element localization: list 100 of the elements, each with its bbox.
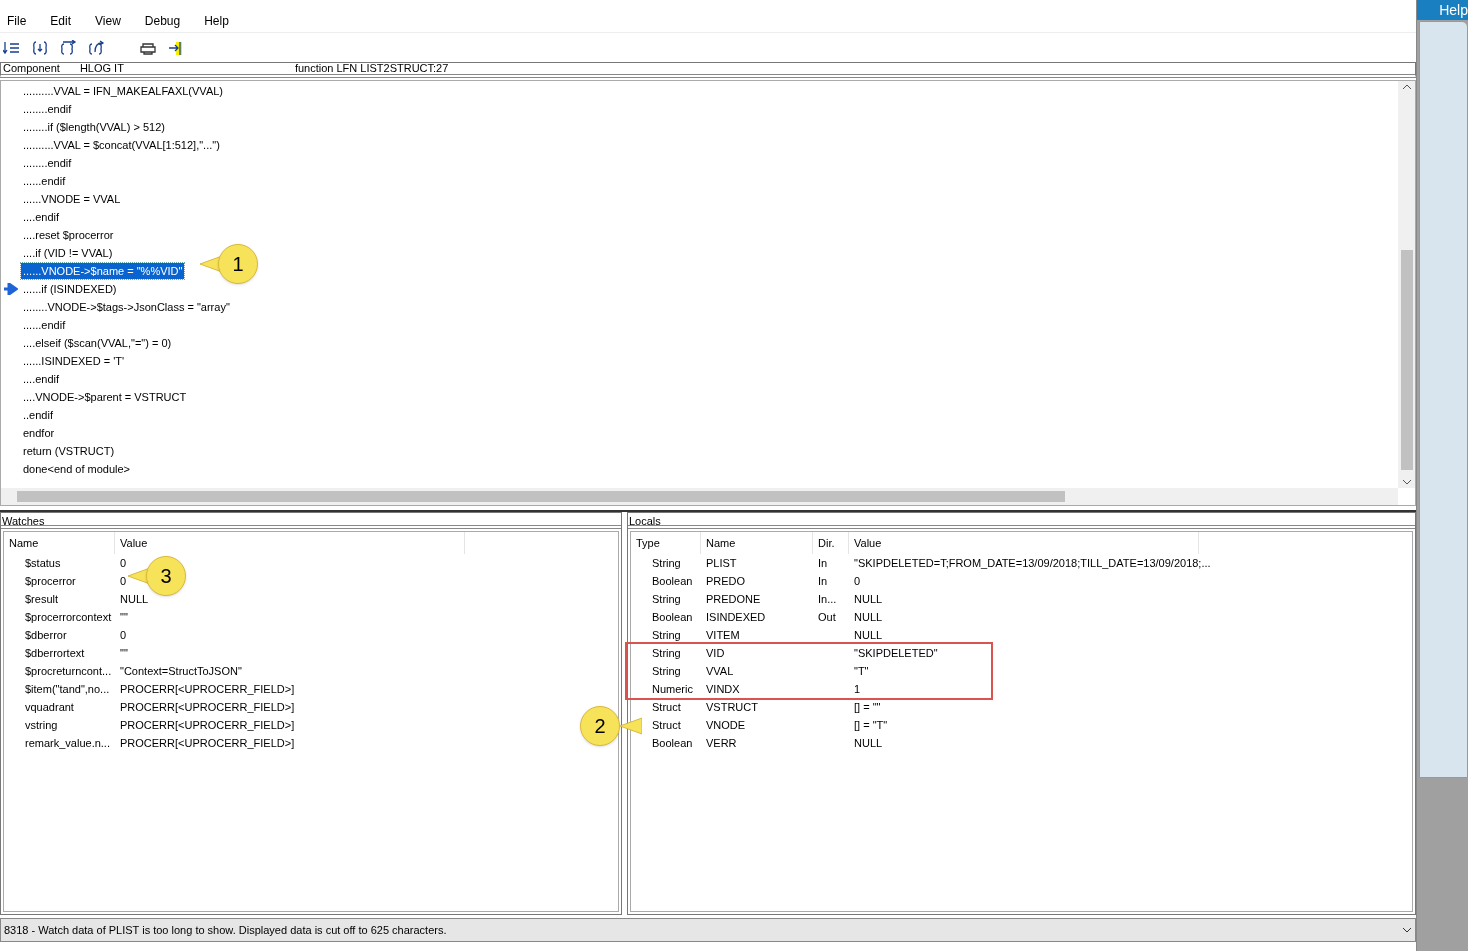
watch-cell: PROCERR[<UPROCERR_FIELD>] xyxy=(120,736,295,749)
panel-title: Watches xyxy=(1,513,621,529)
code-line[interactable]: ......endif xyxy=(21,172,68,190)
local-cell: "SKIPDELETED=T;FROM_DATE=13/09/2018;TILL_DATE=13/09/2018;... xyxy=(854,556,1211,569)
menu-item[interactable]: Help xyxy=(197,12,236,30)
watch-cell: NULL xyxy=(120,592,149,605)
local-cell: [] = "T" xyxy=(854,718,888,731)
watch-cell: $result xyxy=(25,592,59,605)
local-cell: VINDX xyxy=(706,682,740,695)
code-line[interactable]: ....if (VID != VVAL) xyxy=(21,244,115,262)
column-header[interactable]: Dir. xyxy=(813,532,849,554)
code-line[interactable]: ..endif xyxy=(21,406,55,424)
local-cell: In... xyxy=(818,592,837,605)
code-line[interactable]: ....elseif ($scan(VVAL,"=") = 0) xyxy=(21,334,174,352)
local-cell: PREDO xyxy=(706,574,746,587)
local-cell: Struct xyxy=(652,700,681,713)
watch-cell: vquadrant xyxy=(25,700,74,713)
dropdown-chevron-icon[interactable] xyxy=(1402,927,1413,933)
callout-pointer-icon xyxy=(620,716,642,736)
column-header[interactable]: Type xyxy=(631,532,701,554)
watch-cell: $dberrortext xyxy=(25,646,85,659)
local-cell: VVAL xyxy=(706,664,734,677)
code-line[interactable]: ......VNODE = VVAL xyxy=(21,190,123,208)
column-header[interactable]: Value xyxy=(115,532,465,554)
menu-item[interactable]: Debug xyxy=(137,12,188,30)
local-cell: VSTRUCT xyxy=(706,700,758,713)
component-name: HLOG IT xyxy=(79,61,125,77)
code-line[interactable]: return (VSTRUCT) xyxy=(21,442,117,460)
scroll-up-icon[interactable] xyxy=(1401,84,1412,90)
local-cell: 1 xyxy=(854,682,861,695)
local-cell: PREDONE xyxy=(706,592,761,605)
local-cell: Boolean xyxy=(652,736,693,749)
local-cell: VERR xyxy=(706,736,737,749)
watch-cell: "" xyxy=(120,610,128,623)
watch-cell: "" xyxy=(120,646,128,659)
local-cell: Boolean xyxy=(652,574,693,587)
local-cell: Out xyxy=(818,610,836,623)
local-cell: NULL xyxy=(854,628,883,641)
code-line[interactable]: done<end of module> xyxy=(21,460,133,478)
horizontal-scrollbar[interactable] xyxy=(1,488,1399,505)
code-line[interactable]: ....endif xyxy=(21,208,62,226)
local-cell: ISINDEXED xyxy=(706,610,766,623)
callout-number: 1 xyxy=(218,244,258,284)
background-window-title: Help xyxy=(1439,0,1468,20)
code-line[interactable]: ........VNODE->$tags->JsonClass = "array" xyxy=(21,298,232,316)
code-line[interactable]: ......endif xyxy=(21,316,68,334)
watch-cell: 0 xyxy=(120,556,127,569)
watch-cell: PROCERR[<UPROCERR_FIELD>] xyxy=(120,682,295,695)
watch-cell: $status xyxy=(25,556,61,569)
column-header[interactable]: Value xyxy=(849,532,1199,554)
watch-cell: $dberror xyxy=(25,628,67,641)
local-cell: "T" xyxy=(854,664,869,677)
local-cell: VITEM xyxy=(706,628,740,641)
code-line[interactable]: ......ISINDEXED = 'T' xyxy=(21,352,127,370)
menu-item[interactable]: Edit xyxy=(43,12,79,30)
local-cell: VID xyxy=(706,646,725,659)
local-cell: 0 xyxy=(854,574,861,587)
panel-title: Locals xyxy=(628,513,1416,529)
local-cell: String xyxy=(652,628,681,641)
column-header[interactable]: Name xyxy=(4,532,115,554)
watch-cell: $item("tand",no... xyxy=(25,682,110,695)
code-line[interactable]: ..........VVAL = IFN_MAKEALFAXL(VVAL) xyxy=(21,82,225,100)
header-label: Component xyxy=(3,61,60,77)
code-line[interactable]: ........if ($length(VVAL) > 512) xyxy=(21,118,167,136)
code-line[interactable]: ....endif xyxy=(21,370,62,388)
watch-cell: vstring xyxy=(25,718,58,731)
local-cell: NULL xyxy=(854,736,883,749)
local-cell: PLIST xyxy=(706,556,737,569)
code-line[interactable]: ..........VVAL = $concat(VVAL[1:512],"...") xyxy=(21,136,222,154)
local-cell: In xyxy=(818,574,828,587)
vertical-scrollbar[interactable] xyxy=(1398,81,1416,488)
watch-cell: $procreturncont... xyxy=(25,664,112,677)
local-cell: Struct xyxy=(652,718,681,731)
local-cell: String xyxy=(652,592,681,605)
watch-cell: $procerrorcontext xyxy=(25,610,112,623)
local-cell: In xyxy=(818,556,828,569)
local-cell: NULL xyxy=(854,592,883,605)
code-line[interactable]: ......if (ISINDEXED) xyxy=(21,280,119,298)
watch-cell: "Context=StructToJSON" xyxy=(120,664,242,677)
code-line[interactable]: endfor xyxy=(21,424,57,442)
code-line[interactable]: ........endif xyxy=(21,154,74,172)
local-cell: String xyxy=(652,664,681,677)
local-cell: VNODE xyxy=(706,718,746,731)
function-name: function LFN LIST2STRUCT:27 xyxy=(294,61,449,77)
local-cell: NULL xyxy=(854,610,883,623)
watch-cell: remark_value.n... xyxy=(25,736,110,749)
watch-cell: 0 xyxy=(120,574,127,587)
watch-cell: PROCERR[<UPROCERR_FIELD>] xyxy=(120,718,295,731)
local-cell: String xyxy=(652,646,681,659)
code-line[interactable]: ....reset $procerror xyxy=(21,226,116,244)
watch-cell: 0 xyxy=(120,628,127,641)
local-cell: Numeric xyxy=(652,682,693,695)
column-header[interactable]: Name xyxy=(701,532,813,554)
menu-item[interactable]: File xyxy=(0,12,34,30)
code-line[interactable]: ........endif xyxy=(21,100,74,118)
menu-item[interactable]: View xyxy=(88,12,128,30)
watch-cell: $procerror xyxy=(25,574,76,587)
local-cell: Boolean xyxy=(652,610,693,623)
code-line[interactable]: ....VNODE->$parent = VSTRUCT xyxy=(21,388,189,406)
scroll-down-icon[interactable] xyxy=(1401,479,1412,485)
